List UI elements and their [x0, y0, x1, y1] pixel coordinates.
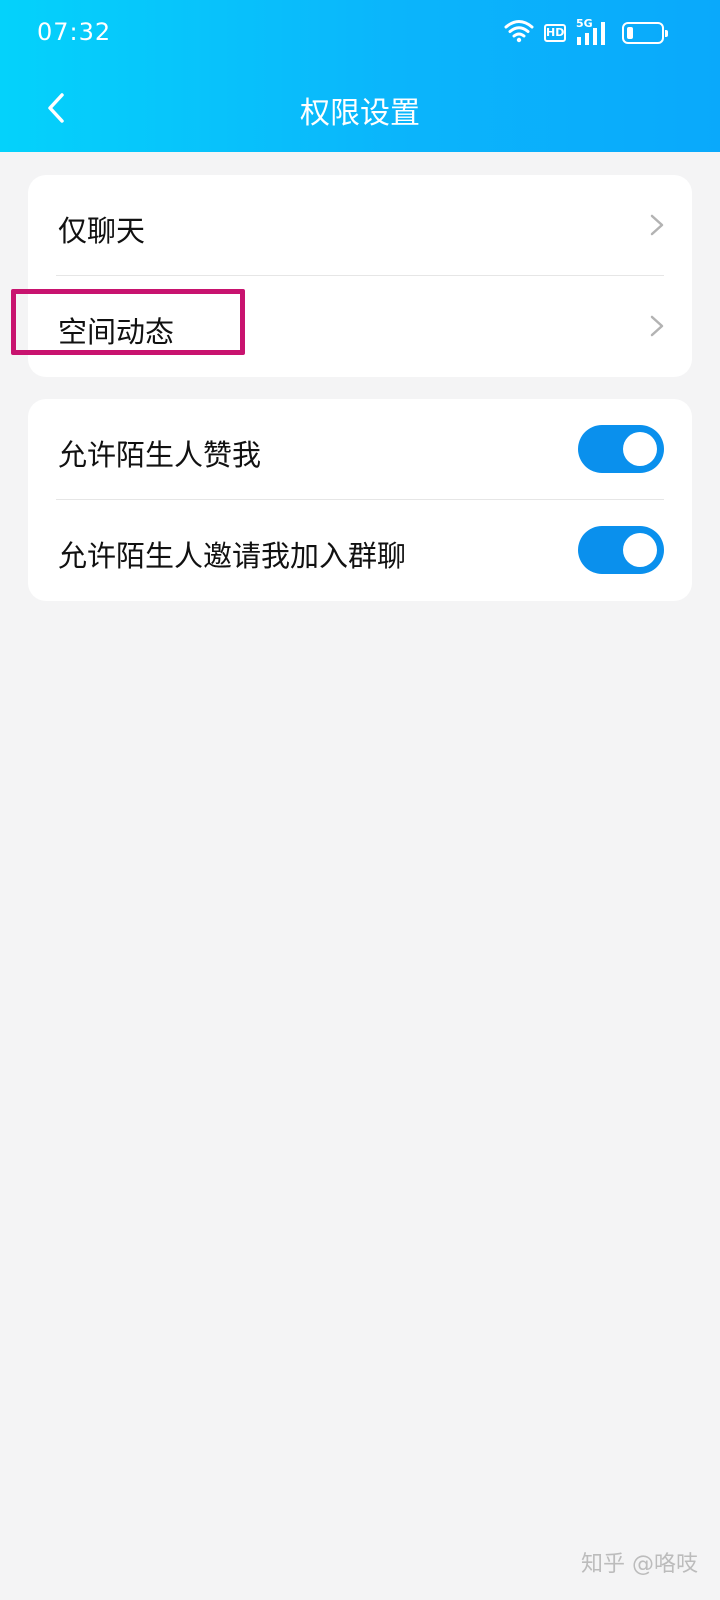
- menu-item-chat-only[interactable]: 仅聊天: [28, 175, 692, 276]
- toggle-row-allow-group-invites: 允许陌生人邀请我加入群聊: [28, 500, 692, 601]
- watermark: 知乎 @咯吱: [581, 1552, 698, 1577]
- toggle-label: 允许陌生人赞我: [58, 438, 262, 472]
- chevron-right-icon: [650, 315, 664, 337]
- nav-bar: 权限设置: [0, 64, 720, 152]
- toggle-knob: [623, 432, 657, 466]
- status-bar: 07:32 HD 5G: [0, 0, 720, 64]
- toggle-knob: [623, 533, 657, 567]
- status-icons: HD 5G: [504, 17, 668, 48]
- wifi-icon: [504, 19, 534, 47]
- app-header: 07:32 HD 5G 权限设置: [0, 0, 720, 152]
- menu-item-label: 仅聊天: [58, 214, 146, 248]
- page-title: 权限设置: [300, 96, 420, 131]
- battery-icon: [622, 22, 668, 44]
- toggle-label: 允许陌生人邀请我加入群聊: [58, 539, 407, 573]
- allow-stranger-group-invite-toggle[interactable]: [578, 526, 664, 574]
- toggle-row-allow-likes: 允许陌生人赞我: [28, 399, 692, 500]
- allow-stranger-likes-toggle[interactable]: [578, 425, 664, 473]
- signal-icon: 5G: [576, 17, 612, 46]
- battery-fill: [627, 27, 633, 39]
- hd-badge: HD: [544, 24, 566, 42]
- status-time: 07:32: [37, 18, 112, 46]
- highlight-annotation-box: [11, 289, 245, 355]
- stranger-permissions-card: 允许陌生人赞我 允许陌生人邀请我加入群聊: [28, 399, 692, 601]
- chevron-right-icon: [650, 214, 664, 236]
